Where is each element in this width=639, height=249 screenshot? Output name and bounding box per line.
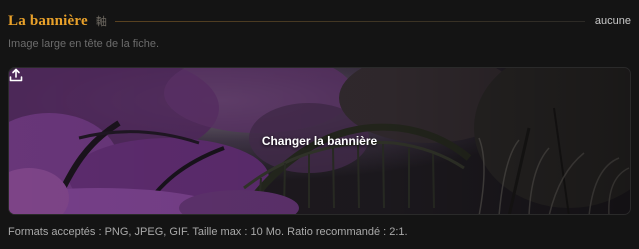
banner-status: aucune	[594, 15, 631, 27]
format-hint: Formats acceptés : PNG, JPEG, GIF. Taill…	[8, 226, 408, 238]
change-banner-button[interactable]: Changer la bannière	[9, 68, 630, 214]
section-description: Image large en tête de la fiche.	[8, 38, 160, 50]
upload-icon	[9, 68, 23, 82]
title-divider	[114, 20, 585, 22]
banner-preview[interactable]: Changer la bannière	[8, 67, 631, 215]
title-ornament: 軸	[95, 16, 107, 28]
section-title: La bannière	[8, 12, 88, 29]
change-banner-label: Changer la bannière	[261, 134, 378, 148]
section-header: La bannière 軸 aucune	[8, 10, 631, 32]
